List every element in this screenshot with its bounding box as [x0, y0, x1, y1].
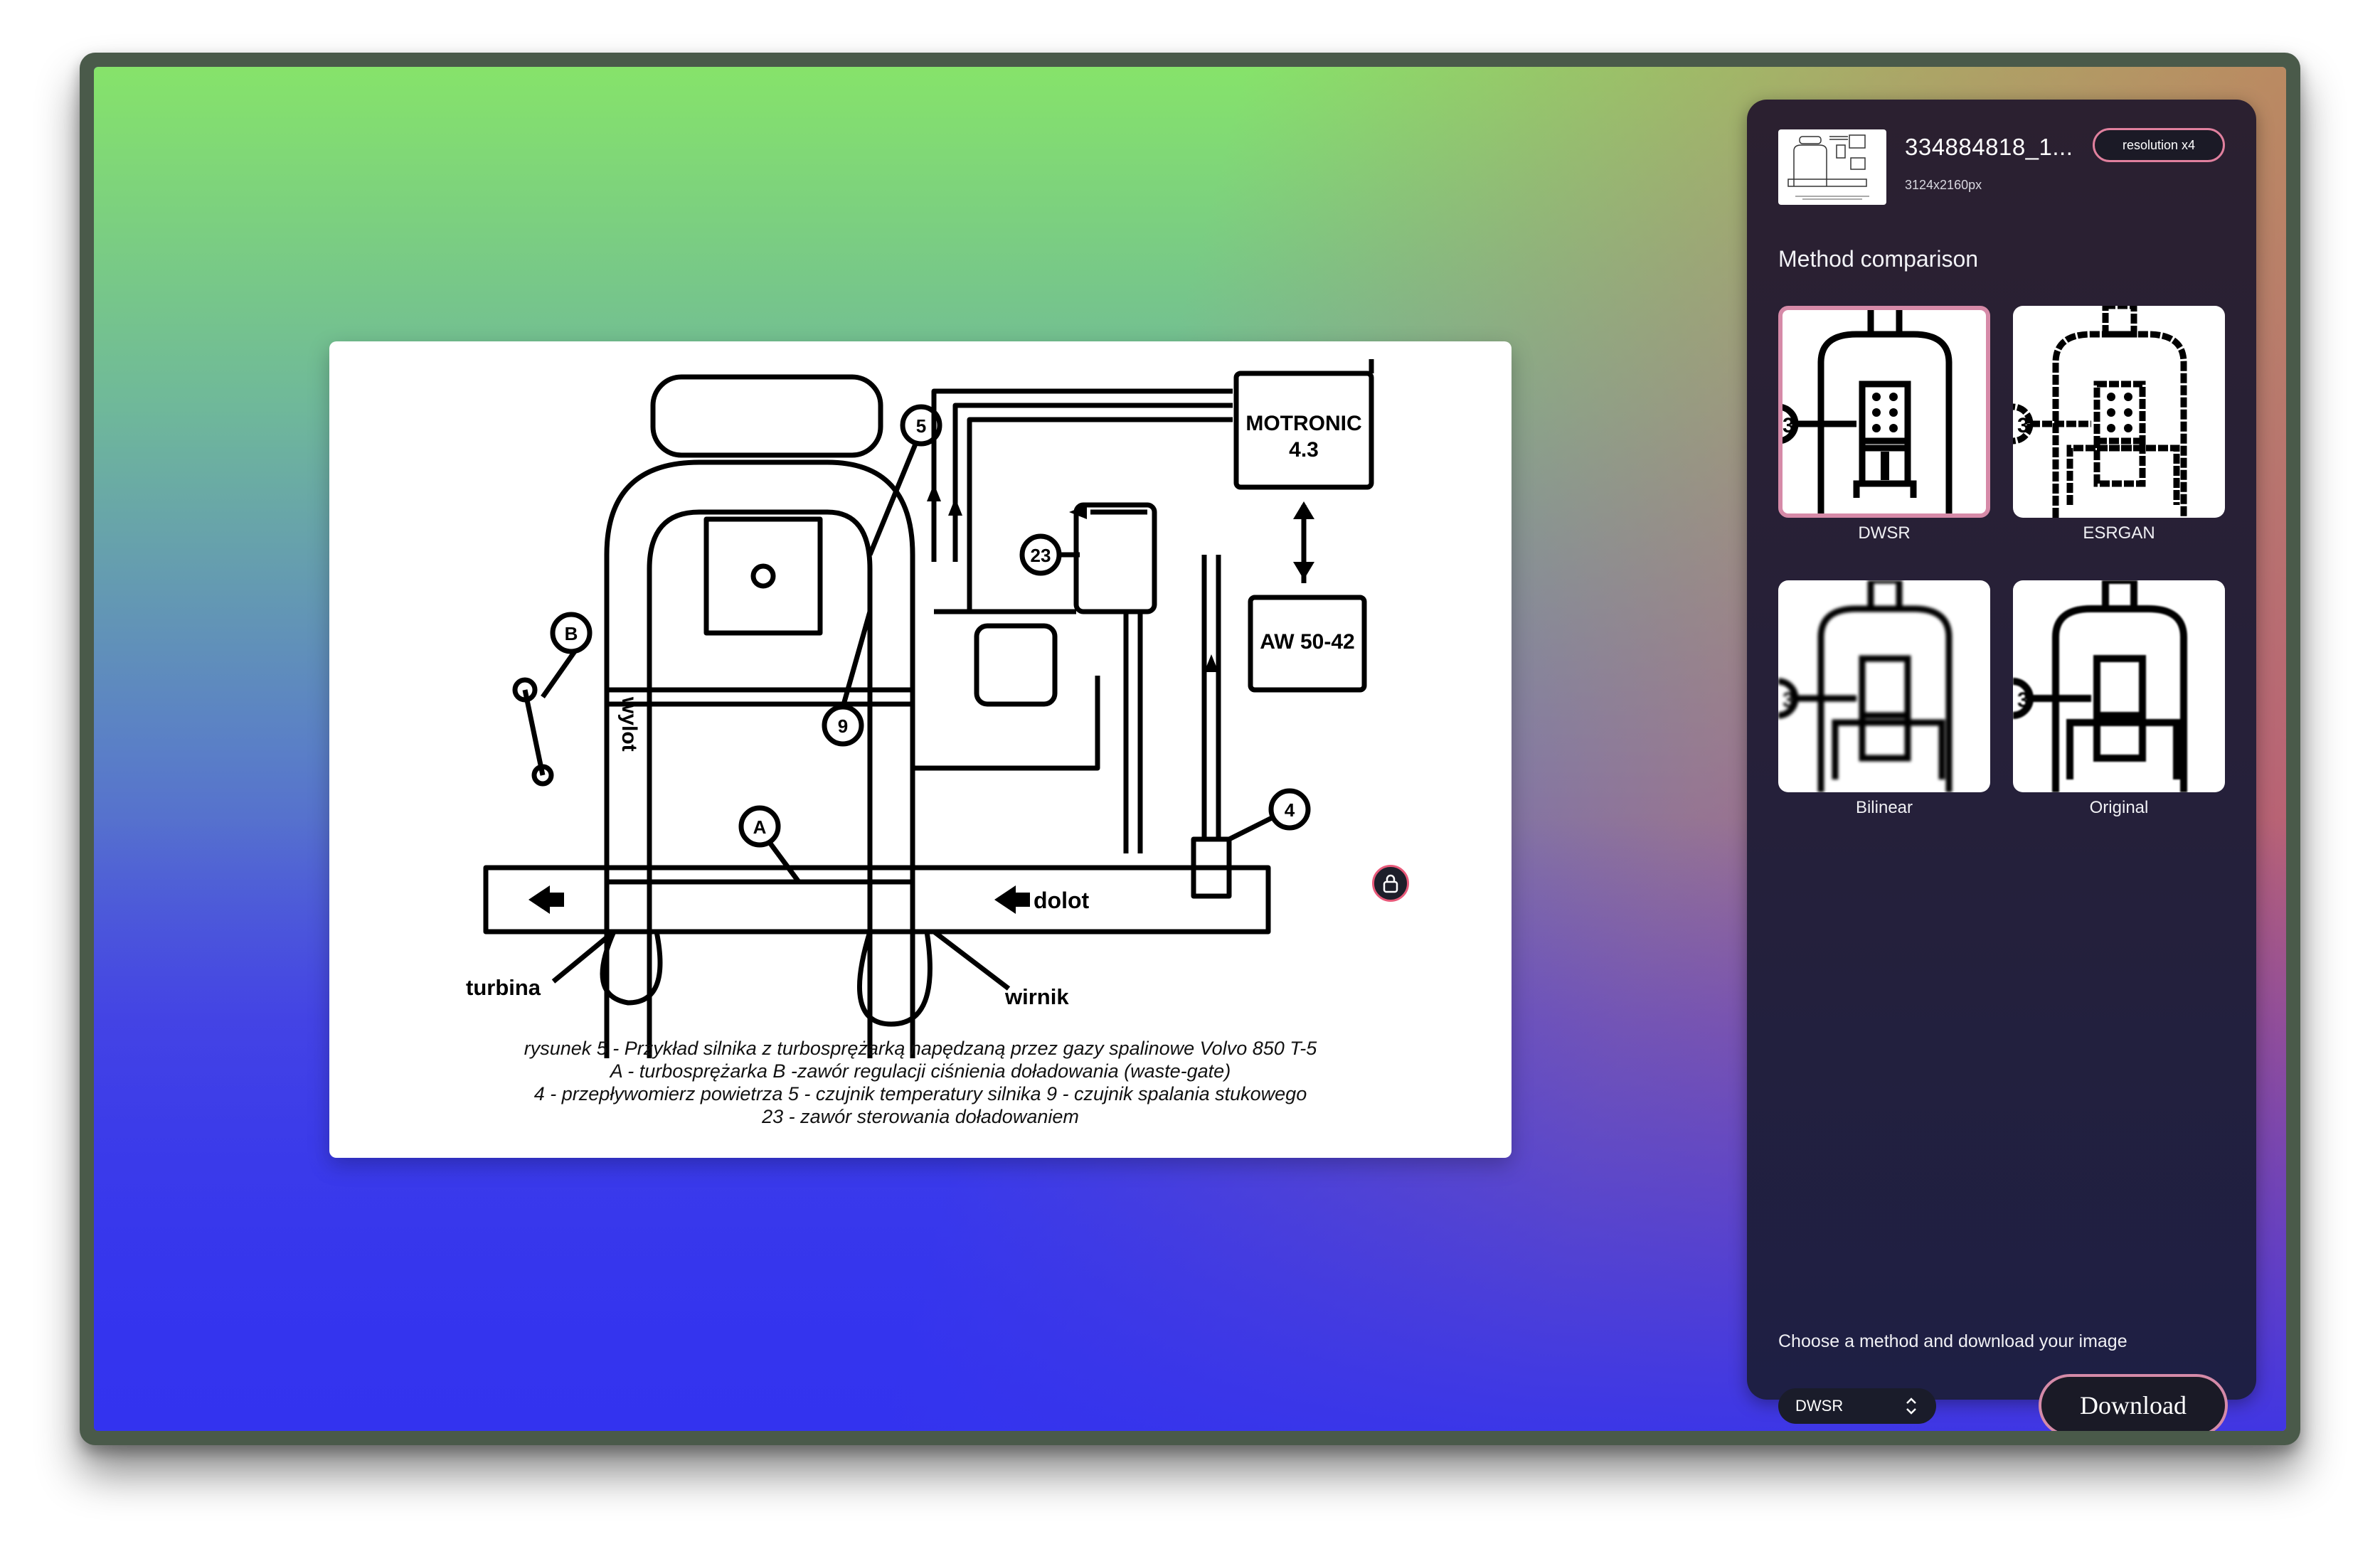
manifold-shape [650, 374, 883, 458]
side-panel: 334884818_1... 3124x2160px resolution x4… [1747, 100, 2256, 1431]
engine-diagram: MOTRONIC 4.3 AW 50-42 wylot dolot turbin… [466, 359, 1374, 1058]
tile-preview: 3 [1783, 310, 1953, 513]
callout-9: 9 [838, 715, 848, 737]
method-tile-dwsr[interactable]: 3 [1778, 306, 1990, 518]
chevron-updown-icon [1906, 1398, 1916, 1415]
file-name: 334884818_1... [1905, 134, 2073, 160]
caption-line: 4 - przepływomierz powietrza 5 - czujnik… [533, 1083, 1307, 1104]
callout-a: A [753, 816, 767, 838]
svg-text:3: 3 [1783, 688, 1795, 712]
method-label-esrgan[interactable]: ESRGAN [2013, 523, 2225, 543]
arrow-up-icon [1293, 501, 1314, 519]
file-dimensions: 3124x2160px [1905, 178, 1982, 192]
wylot-label: wylot [617, 696, 641, 752]
intake-loop [647, 509, 873, 1058]
resolution-badge[interactable]: resolution x4 [2093, 128, 2225, 162]
callout-5: 5 [916, 415, 926, 437]
method-label-original[interactable]: Original [2013, 798, 2225, 818]
valve-23-shape [1073, 502, 1157, 614]
method-select-value: DWSR [1795, 1397, 1844, 1415]
callout-b: B [565, 623, 578, 644]
tile-preview: 3 [1778, 580, 1953, 792]
method-tile-esrgan[interactable]: 3 [2013, 306, 2225, 518]
motronic-version-label: 4.3 [1289, 438, 1319, 462]
callout-23: 23 [1031, 545, 1051, 566]
download-button[interactable]: Download [2039, 1374, 2228, 1431]
file-thumbnail [1778, 129, 1886, 205]
svg-text:3: 3 [1783, 414, 1795, 437]
diagram-caption: rysunek 5 - Przykład silnika z turbosprę… [329, 1037, 1512, 1128]
turbina-label: turbina [466, 975, 541, 1000]
dolot-label: dolot [1034, 888, 1090, 913]
lock-button[interactable] [1372, 865, 1409, 902]
callout-4: 4 [1285, 799, 1295, 821]
app-window: MOTRONIC 4.3 AW 50-42 wylot dolot turbin… [94, 67, 2286, 1431]
method-label-bilinear[interactable]: Bilinear [1778, 798, 1990, 818]
wirnik-label: wirnik [1004, 984, 1069, 1009]
method-label-dwsr[interactable]: DWSR [1778, 523, 1990, 543]
main-pipe [483, 865, 1271, 935]
method-select[interactable]: DWSR [1778, 1388, 1936, 1424]
tile-preview: 3 [2013, 306, 2187, 518]
lock-icon [1383, 874, 1398, 893]
aw-label: AW 50-42 [1260, 630, 1354, 654]
download-prompt: Choose a method and download your image [1778, 1331, 2127, 1351]
image-preview[interactable]: MOTRONIC 4.3 AW 50-42 wylot dolot turbin… [329, 341, 1512, 1158]
arrow-down-icon [1293, 562, 1314, 580]
method-tile-bilinear[interactable]: 3 [1778, 580, 1990, 792]
arrow-left-icon [994, 885, 1030, 914]
arrow-left-icon [528, 885, 564, 914]
section-title: Method comparison [1778, 246, 1979, 272]
tile-preview: 3 [2013, 580, 2187, 792]
thumbnail-image [1787, 134, 1869, 200]
svg-text:3: 3 [2017, 414, 2029, 437]
cylinder-shape [703, 516, 823, 636]
caption-line: A - turbosprężarka B -zawór regulacji ci… [610, 1060, 1231, 1082]
svg-text:3: 3 [2017, 688, 2029, 712]
caption-line: rysunek 5 - Przykład silnika z turbosprę… [524, 1038, 1317, 1059]
motronic-label: MOTRONIC [1245, 412, 1361, 435]
caption-line: 23 - zawór sterowania doładowaniem [762, 1106, 1079, 1127]
method-tile-original[interactable]: 3 [2013, 580, 2225, 792]
